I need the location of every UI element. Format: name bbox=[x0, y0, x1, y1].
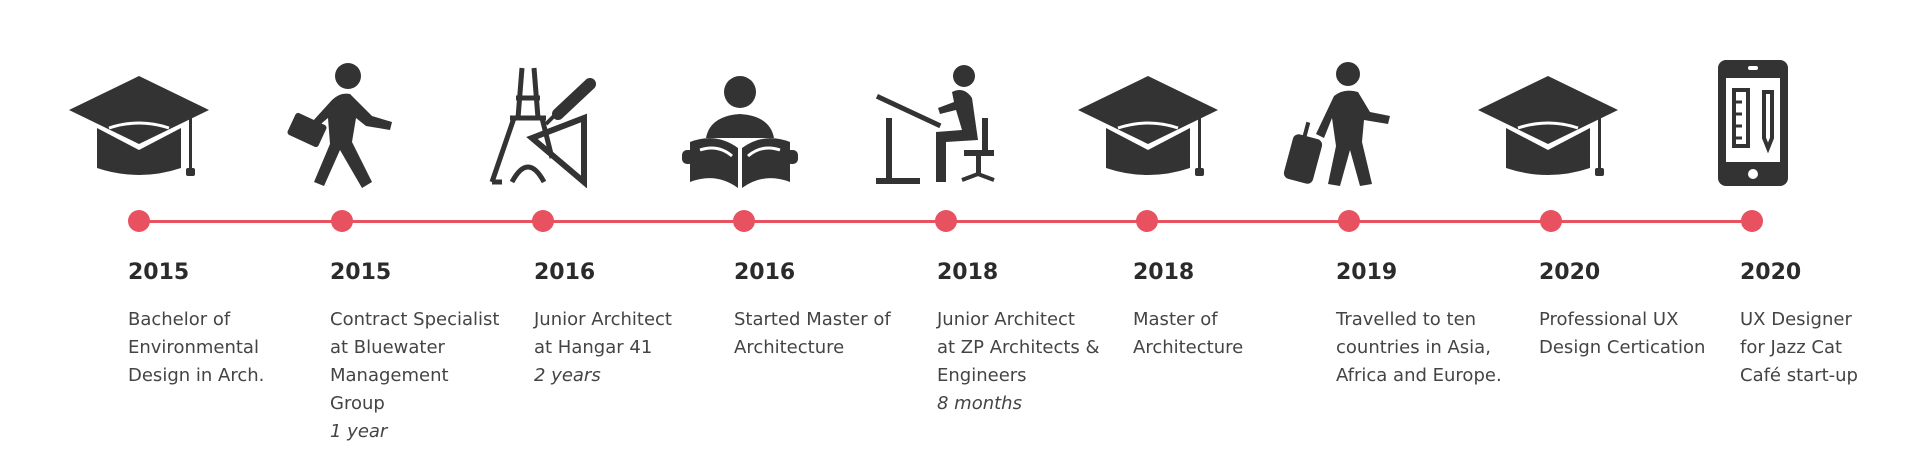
description-line: Architecture bbox=[734, 337, 845, 358]
timeline-description: Junior Architect at Hangar 41 2 years bbox=[534, 306, 732, 390]
tablet-design-icon bbox=[1670, 58, 1830, 188]
timeline-dot bbox=[128, 210, 150, 232]
description-line: UX Designer bbox=[1740, 309, 1852, 330]
timeline-year: 2016 bbox=[534, 260, 596, 285]
description-line: Africa and Europe. bbox=[1336, 365, 1502, 386]
reading-student-icon bbox=[660, 58, 820, 188]
description-line: Master of bbox=[1133, 309, 1218, 330]
timeline-description: Bachelor of Environmental Design in Arch. bbox=[128, 306, 326, 390]
timeline-year: 2020 bbox=[1740, 260, 1802, 285]
description-line: countries in Asia, bbox=[1336, 337, 1491, 358]
timeline-dot bbox=[1136, 210, 1158, 232]
timeline-description: Master of Architecture bbox=[1133, 306, 1331, 362]
description-line: at Hangar 41 bbox=[534, 337, 653, 358]
eiffel-tower-drafting-icon bbox=[462, 58, 622, 188]
timeline-dot bbox=[532, 210, 554, 232]
timeline-year: 2018 bbox=[937, 260, 999, 285]
description-line: Started Master of bbox=[734, 309, 891, 330]
timeline-dot bbox=[1540, 210, 1562, 232]
timeline-year: 2020 bbox=[1539, 260, 1601, 285]
timeline-description: Travelled to ten countries in Asia, Africa… bbox=[1336, 306, 1534, 390]
description-line: Design in Arch. bbox=[128, 365, 265, 386]
timeline-dot bbox=[1741, 210, 1763, 232]
description-line: Junior Architect bbox=[937, 309, 1075, 330]
description-line: Café start-up bbox=[1740, 365, 1858, 386]
description-line: Architecture bbox=[1133, 337, 1244, 358]
graduation-cap-icon bbox=[1468, 58, 1628, 188]
description-line: Management bbox=[330, 365, 449, 386]
description-line: Contract Specialist bbox=[330, 309, 500, 330]
description-line: Group bbox=[330, 393, 385, 414]
traveler-with-suitcase-icon bbox=[1266, 58, 1426, 188]
timeline-year: 2015 bbox=[330, 260, 392, 285]
timeline-description: Junior Architect at ZP Architects & Engine… bbox=[937, 306, 1135, 418]
timeline-description: Contract Specialist at Bluewater Managemen… bbox=[330, 306, 528, 446]
description-line: Engineers bbox=[937, 365, 1027, 386]
description-line: at Bluewater bbox=[330, 337, 445, 358]
timeline-year: 2018 bbox=[1133, 260, 1195, 285]
description-line: Design Certication bbox=[1539, 337, 1706, 358]
description-line: Bachelor of bbox=[128, 309, 231, 330]
timeline-dot bbox=[1338, 210, 1360, 232]
description-line: at ZP Architects & bbox=[937, 337, 1100, 358]
timeline-dot bbox=[331, 210, 353, 232]
timeline-year: 2016 bbox=[734, 260, 796, 285]
timeline-dot bbox=[733, 210, 755, 232]
career-timeline: 2015 Bachelor of Environmental Design in Ar… bbox=[0, 0, 1920, 471]
graduation-cap-icon bbox=[59, 58, 219, 188]
description-line: Travelled to ten bbox=[1336, 309, 1477, 330]
description-line: for Jazz Cat bbox=[1740, 337, 1843, 358]
description-line: Professional UX bbox=[1539, 309, 1679, 330]
timeline-item: 2020 UX Designer for Jazz Cat Café start-up bbox=[1716, 0, 1920, 471]
duration-note: 2 years bbox=[534, 365, 601, 386]
description-line: Junior Architect bbox=[534, 309, 672, 330]
graduation-cap-icon bbox=[1068, 58, 1228, 188]
timeline-year: 2019 bbox=[1336, 260, 1398, 285]
duration-note: 1 year bbox=[330, 421, 388, 442]
duration-note: 8 months bbox=[937, 393, 1022, 414]
timeline-dot bbox=[935, 210, 957, 232]
architect-at-drafting-table-icon bbox=[866, 58, 1026, 188]
timeline-description: Professional UX Design Certication bbox=[1539, 306, 1737, 362]
timeline-description: UX Designer for Jazz Cat Café start-up bbox=[1740, 306, 1920, 390]
timeline-year: 2015 bbox=[128, 260, 190, 285]
walking-businessman-icon bbox=[260, 58, 420, 188]
description-line: Environmental bbox=[128, 337, 259, 358]
timeline-description: Started Master of Architecture bbox=[734, 306, 932, 362]
